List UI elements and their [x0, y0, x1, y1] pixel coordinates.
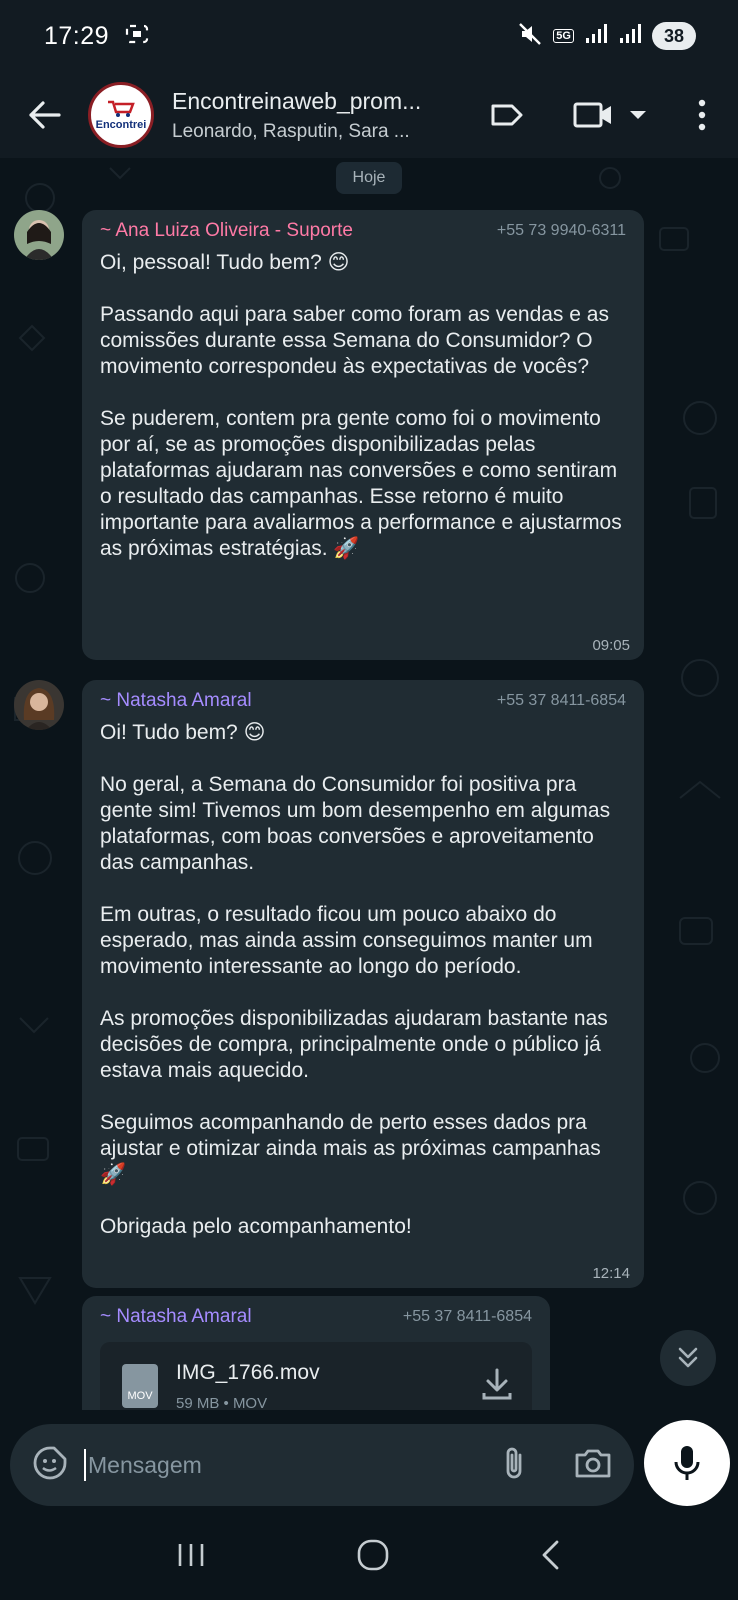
battery-indicator: 38 [651, 22, 696, 50]
avatar-photo-icon [14, 680, 64, 730]
message-bubble[interactable]: ~ Ana Luiza Oliveira - Suporte +55 73 99… [82, 210, 644, 660]
scroll-down-button[interactable] [660, 1330, 716, 1386]
system-back-button[interactable] [539, 1539, 563, 1576]
sender-phone: +55 37 8411-6854 [496, 692, 626, 709]
camera-button[interactable] [574, 1447, 612, 1484]
label-button[interactable] [482, 91, 532, 139]
chevron-down-icon [630, 111, 646, 119]
message-time: 12:14 [592, 1265, 630, 1282]
sticker-smiley-icon [33, 1446, 67, 1479]
sender-phone: +55 73 9940-6311 [496, 222, 626, 239]
back-button[interactable] [24, 95, 64, 135]
group-avatar[interactable]: Encontrei [88, 82, 154, 148]
video-camera-icon [573, 102, 611, 128]
double-chevron-down-icon [678, 1347, 698, 1368]
status-bar: 17:29 5G 38 [0, 0, 738, 72]
message-input[interactable] [84, 1449, 488, 1481]
date-chip: Hoje [336, 162, 402, 194]
message-bubble[interactable]: ~ Natasha Amaral +55 37 8411-6854 Oi! Tu… [82, 680, 644, 1288]
signal-icon [584, 23, 608, 50]
group-info[interactable]: Encontreinaweb_prom... Leonardo, Rasputi… [172, 88, 444, 143]
avatar-logo-text: Encontrei [95, 119, 147, 131]
more-options-button[interactable] [682, 91, 722, 139]
sender-name[interactable]: ~ Natasha Amaral [100, 1306, 252, 1328]
network-label: 5G [553, 29, 574, 43]
recent-apps-icon [178, 1543, 203, 1566]
recent-apps-button[interactable] [175, 1541, 207, 1574]
file-name: IMG_1766.mov [176, 1360, 320, 1384]
mute-icon [517, 21, 543, 52]
chat-area[interactable]: Hoje ~ Ana Luiza Oliveira - Suporte +55 … [0, 158, 738, 1410]
chat-header: Encontrei Encontreinaweb_prom... Leonard… [0, 72, 738, 158]
message-time: 09:05 [592, 637, 630, 654]
sender-name[interactable]: ~ Natasha Amaral [100, 690, 252, 712]
download-icon [482, 1368, 512, 1399]
status-time: 17:29 [44, 21, 110, 50]
file-badge: MOV [127, 1390, 153, 1402]
camera-icon [575, 1449, 611, 1477]
back-chevron-icon [542, 1540, 559, 1569]
cart-logo-icon [108, 100, 135, 117]
more-vertical-icon [698, 99, 706, 131]
sender-avatar[interactable] [14, 210, 64, 260]
message-text: Oi! Tudo bem? 😊 No geral, a Semana do Co… [100, 721, 611, 1238]
microphone-icon [674, 1446, 700, 1480]
home-button[interactable] [356, 1538, 390, 1577]
signal-icon-2 [618, 23, 642, 50]
sticker-button[interactable] [32, 1445, 68, 1486]
sender-name[interactable]: ~ Ana Luiza Oliveira - Suporte [100, 220, 353, 242]
file-meta: 59 MB • MOV [176, 1394, 268, 1411]
download-button[interactable] [480, 1367, 514, 1406]
home-circle-icon [357, 1539, 389, 1570]
label-tag-icon [491, 104, 523, 126]
back-arrow-icon [29, 101, 61, 129]
group-members: Leonardo, Rasputin, Sara ... [172, 120, 410, 142]
video-call-button[interactable] [556, 91, 666, 139]
system-nav-bar [0, 1514, 738, 1600]
screenshot-icon [123, 22, 151, 51]
sender-phone: +55 37 8411-6854 [402, 1308, 532, 1325]
sender-avatar[interactable] [14, 680, 64, 730]
composer [10, 1424, 634, 1506]
network-5g-icon: 5G [553, 29, 574, 43]
file-message-bubble[interactable]: ~ Natasha Amaral +55 37 8411-6854 MOV IM… [82, 1296, 550, 1410]
group-title: Encontreinaweb_prom... [172, 87, 422, 114]
attach-button[interactable] [500, 1445, 528, 1486]
message-text: Oi, pessoal! Tudo bem? 😊 Passando aqui p… [100, 251, 622, 560]
paperclip-icon [506, 1447, 522, 1478]
voice-record-button[interactable] [644, 1420, 730, 1506]
file-type-icon: MOV [122, 1364, 158, 1408]
file-attachment[interactable]: MOV IMG_1766.mov 59 MB • MOV [100, 1342, 532, 1410]
avatar-photo-icon [14, 210, 64, 260]
